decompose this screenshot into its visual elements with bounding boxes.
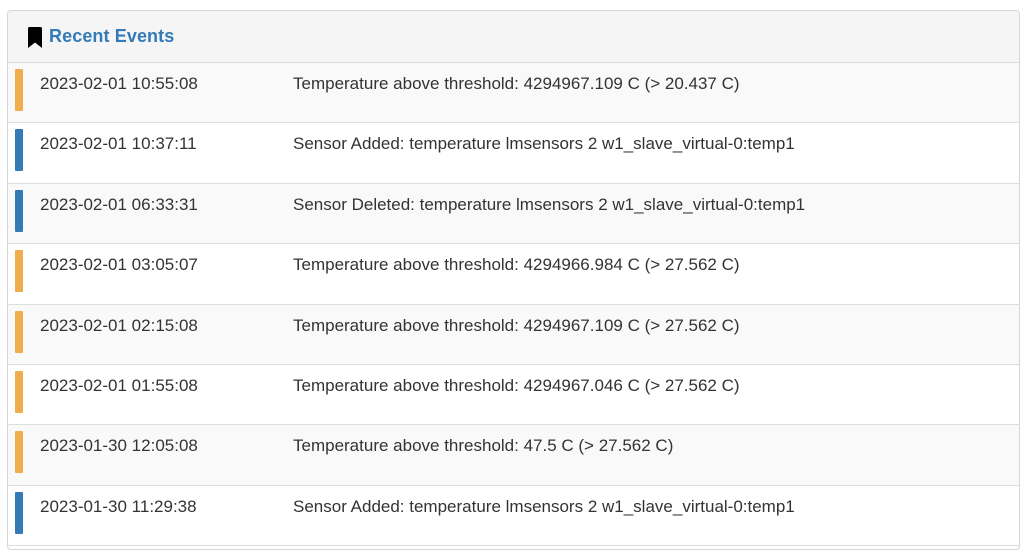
event-level-indicator bbox=[15, 69, 23, 111]
panel-title: Recent Events bbox=[49, 26, 175, 46]
event-row[interactable]: 2023-02-01 02:15:08 Temperature above th… bbox=[8, 304, 1019, 365]
event-row[interactable]: 2023-02-01 10:55:08 Temperature above th… bbox=[8, 63, 1019, 124]
event-row[interactable]: 2023-02-01 10:37:11 Sensor Added: temper… bbox=[8, 123, 1019, 184]
event-timestamp: 2023-02-01 10:37:11 bbox=[40, 134, 197, 154]
events-list: 2023-02-01 10:55:08 Temperature above th… bbox=[8, 63, 1019, 547]
event-level-indicator bbox=[15, 250, 23, 293]
event-level-indicator bbox=[15, 491, 23, 534]
event-row[interactable]: 2023-01-30 12:05:08 Temperature above th… bbox=[8, 425, 1019, 486]
event-message: Temperature above threshold: 4294966.984… bbox=[293, 255, 740, 275]
event-message: Temperature above threshold: 4294967.046… bbox=[293, 375, 740, 395]
event-message: Temperature above threshold: 4294967.109… bbox=[293, 74, 740, 93]
event-message: Sensor Deleted: temperature lmsensors 2 … bbox=[293, 194, 806, 214]
event-timestamp: 2023-02-01 01:55:08 bbox=[40, 375, 198, 395]
event-row[interactable]: 2023-01-30 11:29:38 Sensor Added: temper… bbox=[8, 485, 1019, 547]
event-message: Sensor Added: temperature lmsensors 2 w1… bbox=[293, 496, 795, 516]
event-timestamp: 2023-01-30 12:05:08 bbox=[40, 436, 198, 456]
event-message: Temperature above threshold: 47.5 C (> 2… bbox=[293, 436, 674, 456]
recent-events-panel: Recent Events 2023-02-01 10:55:08 Temper… bbox=[7, 10, 1020, 550]
event-message: Temperature above threshold: 4294967.109… bbox=[293, 315, 740, 335]
event-level-indicator bbox=[15, 189, 23, 232]
panel-header: Recent Events bbox=[8, 11, 1019, 63]
event-timestamp: 2023-02-01 10:55:08 bbox=[40, 74, 198, 93]
event-timestamp: 2023-02-01 06:33:31 bbox=[40, 194, 198, 214]
event-level-indicator bbox=[15, 129, 23, 172]
event-timestamp: 2023-01-30 11:29:38 bbox=[40, 496, 197, 516]
event-timestamp: 2023-02-01 03:05:07 bbox=[40, 255, 198, 275]
event-row[interactable]: 2023-02-01 03:05:07 Temperature above th… bbox=[8, 244, 1019, 305]
event-level-indicator bbox=[15, 310, 23, 353]
event-level-indicator bbox=[15, 370, 23, 413]
event-timestamp: 2023-02-01 02:15:08 bbox=[40, 315, 198, 335]
event-row[interactable]: 2023-02-01 01:55:08 Temperature above th… bbox=[8, 364, 1019, 426]
event-level-indicator bbox=[15, 431, 23, 474]
event-message: Sensor Added: temperature lmsensors 2 w1… bbox=[293, 134, 795, 154]
event-row[interactable]: 2023-02-01 06:33:31 Sensor Deleted: temp… bbox=[8, 183, 1019, 245]
bookmark-icon bbox=[27, 26, 43, 49]
